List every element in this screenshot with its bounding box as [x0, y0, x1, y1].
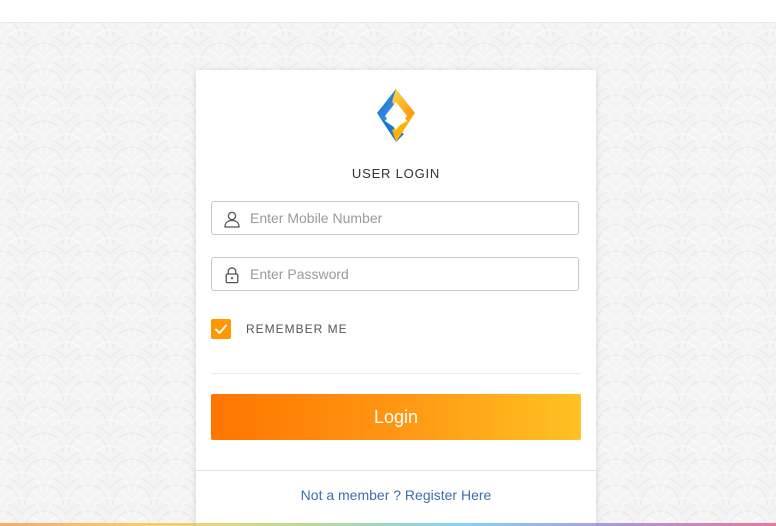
login-card: USER LOGIN REMEMBER ME Login Not a membe…	[196, 70, 596, 526]
login-button[interactable]: Login	[211, 394, 581, 440]
user-icon	[224, 211, 240, 228]
lock-icon	[225, 267, 239, 284]
divider	[211, 373, 581, 374]
footer-divider	[196, 470, 596, 471]
brand-logo-icon	[377, 89, 415, 142]
top-bar	[0, 0, 776, 23]
password-field[interactable]	[211, 257, 579, 291]
password-input[interactable]	[250, 258, 570, 290]
remember-me-checkbox[interactable]	[211, 319, 231, 339]
mobile-number-field[interactable]	[211, 201, 579, 235]
mobile-number-input[interactable]	[250, 202, 570, 234]
checkmark-icon	[215, 324, 227, 334]
remember-me-option[interactable]: REMEMBER ME	[211, 318, 348, 340]
register-link[interactable]: Not a member ? Register Here	[196, 487, 596, 503]
remember-me-label[interactable]: REMEMBER ME	[246, 322, 348, 336]
page-title: USER LOGIN	[351, 166, 441, 181]
